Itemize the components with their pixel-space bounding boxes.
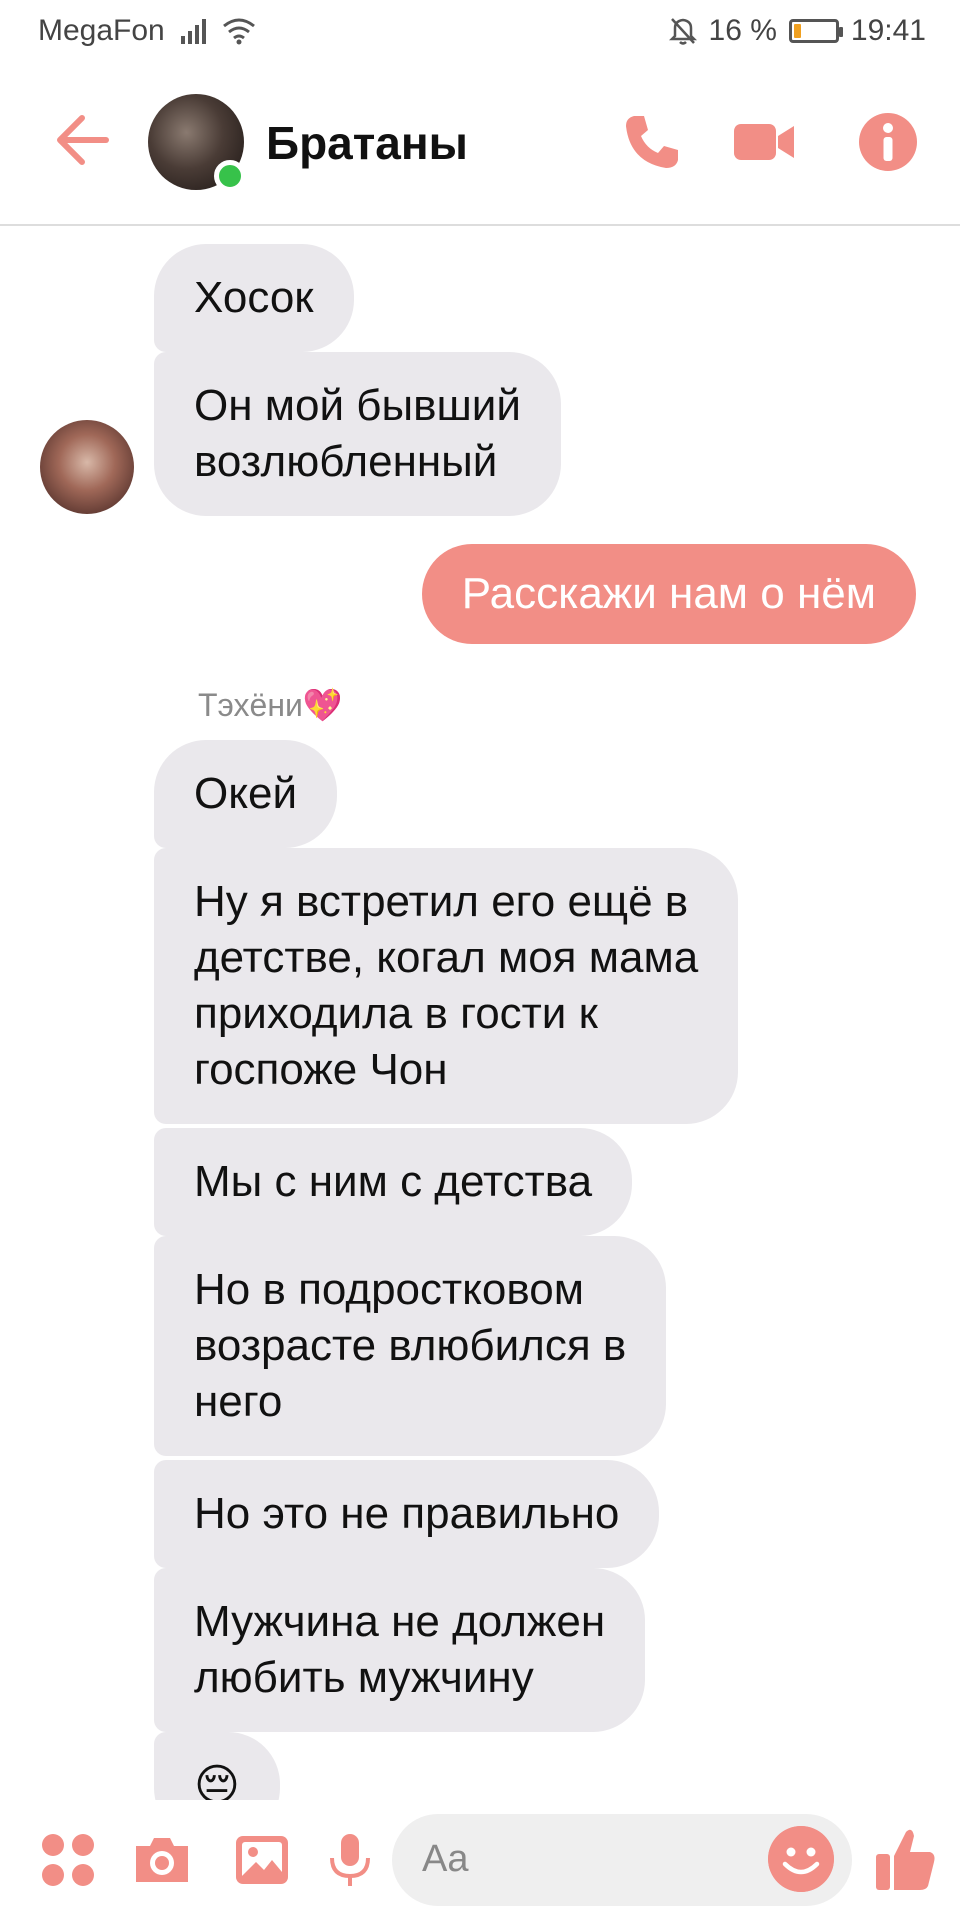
camera-icon[interactable]	[132, 1830, 192, 1890]
video-camera-icon[interactable]	[732, 110, 796, 174]
battery-icon	[788, 19, 843, 43]
message-bubble[interactable]: Хосок	[154, 244, 354, 352]
message-text: Он мой бывший возлюбленный	[194, 381, 521, 486]
message-text: Расскажи нам о нём	[461, 569, 876, 618]
thumbs-up-icon[interactable]	[872, 1824, 938, 1894]
message-bubble[interactable]: 😔	[154, 1732, 280, 1800]
back-arrow-icon[interactable]	[52, 110, 112, 170]
message-text: Мы с ним с детства	[194, 1157, 593, 1206]
group-avatar[interactable]	[148, 94, 246, 192]
gallery-icon[interactable]	[232, 1830, 292, 1890]
message-text: Мужчина не должен любить мужчину	[194, 1597, 606, 1702]
clock: 19:41	[850, 14, 926, 47]
message-input-placeholder: Aa	[422, 1838, 469, 1880]
chat-header: Братаны	[0, 66, 960, 226]
message-text: Но это не правильно	[194, 1489, 620, 1538]
online-indicator	[214, 160, 246, 192]
message-bubble[interactable]: Окей	[154, 740, 338, 848]
message-text: Но в подростковом возрасте влюбился в не…	[194, 1265, 627, 1426]
status-bar: MegaFon 16 % 19:41	[0, 0, 960, 66]
phone-icon[interactable]	[620, 110, 684, 174]
bell-off-icon	[668, 18, 697, 45]
message-text: Хосок	[194, 273, 314, 322]
message-bubble[interactable]: Но в подростковом возрасте влюбился в не…	[154, 1236, 667, 1456]
message-text: Окей	[194, 769, 298, 818]
chat-title[interactable]: Братаны	[266, 116, 468, 170]
message-bubble[interactable]: Ну я встретил его ещё в детстве, когал м…	[154, 848, 739, 1124]
message-bubble-outgoing[interactable]: Расскажи нам о нём	[421, 544, 916, 644]
message-input[interactable]: Aa	[392, 1814, 852, 1906]
message-bubble[interactable]: Мужчина не должен любить мужчину	[154, 1568, 646, 1732]
apps-grid-icon[interactable]	[38, 1830, 98, 1890]
signal-icon	[180, 18, 206, 44]
sender-name: Тэхёни💖	[198, 687, 343, 723]
message-bubble[interactable]: Но это не правильно	[154, 1460, 660, 1568]
battery-percent: 16 %	[708, 14, 777, 47]
sender-avatar[interactable]	[40, 420, 134, 514]
composer-bar: Aa	[0, 1800, 960, 1920]
message-emoji: 😔	[194, 1761, 240, 1800]
message-bubble[interactable]: Мы с ним с детства	[154, 1128, 633, 1236]
microphone-icon[interactable]	[320, 1830, 380, 1890]
carrier-name: MegaFon	[38, 14, 165, 47]
info-icon[interactable]	[856, 110, 920, 174]
emoji-icon[interactable]	[768, 1826, 834, 1892]
wifi-icon	[222, 18, 255, 45]
message-bubble[interactable]: Он мой бывший возлюбленный	[154, 352, 561, 516]
message-text: Ну я встретил его ещё в детстве, когал м…	[194, 877, 699, 1094]
message-list[interactable]: Хосок Он мой бывший возлюбленный Расскаж…	[0, 228, 960, 1800]
